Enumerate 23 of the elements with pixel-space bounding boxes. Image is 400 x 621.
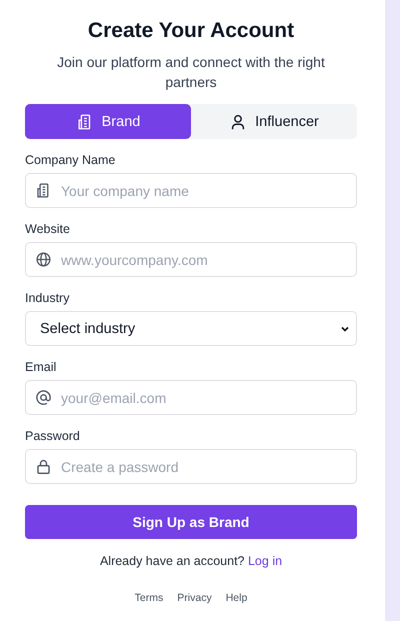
sign-up-button[interactable]: Sign Up as Brand <box>25 505 357 539</box>
page-title: Create Your Account <box>86 18 296 44</box>
industry-select[interactable]: Select industry <box>25 311 357 346</box>
field-label: Email <box>25 360 58 375</box>
at-icon <box>35 389 52 406</box>
lock-icon <box>35 458 52 475</box>
login-link[interactable]: Log in <box>248 554 282 568</box>
field-label: Password <box>25 429 81 444</box>
subtitle: Join our platform and connect with the right partners <box>56 53 326 92</box>
input-field[interactable]: Your company name <box>25 173 357 208</box>
account-type-tab[interactable]: Influencer <box>191 104 357 139</box>
globe-icon <box>35 251 52 268</box>
login-prompt: Already have an account? <box>100 554 244 568</box>
account-type-tab[interactable]: Brand <box>25 104 191 139</box>
footer-link[interactable]: Help <box>226 592 248 604</box>
input-field[interactable]: www.yourcompany.com <box>25 242 357 277</box>
footer-link[interactable]: Privacy <box>177 592 212 604</box>
input-field[interactable]: Create a password <box>25 449 357 484</box>
footer-link[interactable]: Terms <box>134 592 164 604</box>
field-label: Industry <box>25 291 70 306</box>
field-label: Website <box>25 222 71 237</box>
input-field[interactable]: your@email.com <box>25 380 357 415</box>
field-label: Company Name <box>25 153 116 168</box>
